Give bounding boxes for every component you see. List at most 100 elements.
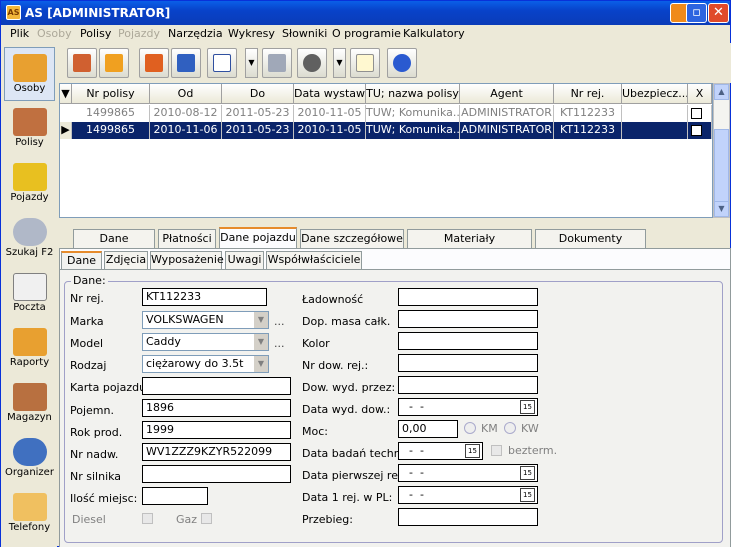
sort-button[interactable] bbox=[207, 48, 237, 78]
menu-polisy[interactable]: Polisy bbox=[80, 27, 111, 40]
karta-input[interactable] bbox=[142, 377, 291, 395]
scroll-down-icon[interactable]: ▼ bbox=[714, 201, 729, 217]
sidebar-item-poczta[interactable]: Poczta bbox=[4, 267, 55, 321]
phone-icon bbox=[12, 493, 47, 521]
menu-osoby[interactable]: Osoby bbox=[37, 27, 72, 40]
sidebar-item-pojazdy[interactable]: Pojazdy bbox=[4, 157, 55, 211]
sidebar-item-osoby[interactable]: Osoby bbox=[4, 47, 55, 101]
moc-input[interactable]: 0,00 bbox=[398, 420, 458, 438]
model-value: Caddy bbox=[146, 335, 181, 348]
badan-input[interactable]: - - 15 bbox=[398, 442, 483, 460]
miejsc-input[interactable] bbox=[142, 487, 208, 505]
sidebar-item-magazyn[interactable]: Magazyn bbox=[4, 377, 55, 431]
calendar-icon[interactable]: 15 bbox=[520, 466, 535, 480]
chevron-down-icon[interactable]: ▼ bbox=[253, 334, 268, 350]
tab-dane-osobowe[interactable]: Dane osobowe bbox=[73, 229, 155, 262]
bezterm-checkbox[interactable] bbox=[491, 445, 502, 456]
help-button[interactable] bbox=[387, 48, 417, 78]
menu-o-programie[interactable]: O programie bbox=[332, 27, 401, 40]
sort-dropdown[interactable]: ▼ bbox=[245, 48, 258, 78]
rodzaj-label: Rodzaj bbox=[70, 359, 107, 372]
subtab-wspolwlasciciele[interactable]: Współwłaściciele bbox=[266, 251, 362, 269]
grid-header: ▼ Nr polisy Od Do Data wystaw. TU; nazwa… bbox=[60, 84, 712, 104]
menu-wykresy[interactable]: Wykresy bbox=[228, 27, 275, 40]
cell-do: 2011-05-23 bbox=[222, 105, 294, 122]
col-od[interactable]: Od bbox=[150, 84, 222, 104]
data-dow-input[interactable]: - - 15 bbox=[398, 398, 538, 416]
model-select[interactable]: Caddy ▼ bbox=[142, 333, 269, 351]
tab-platnosci[interactable]: Płatności bbox=[158, 229, 216, 248]
pl-input[interactable]: - - 15 bbox=[398, 486, 538, 504]
grid-scrollbar[interactable]: ▲ ▼ bbox=[713, 83, 730, 218]
calendar-icon[interactable]: 15 bbox=[465, 444, 480, 458]
maximize-icon[interactable]: ▫ bbox=[686, 3, 707, 23]
col-tu-nazwa[interactable]: TU; nazwa polisy bbox=[366, 84, 460, 104]
kolor-input[interactable] bbox=[398, 332, 538, 350]
table-row[interactable]: 1499865 2010-08-12 2011-05-23 2010-11-05… bbox=[60, 105, 712, 122]
sidebar-item-telefony[interactable]: Telefony bbox=[4, 487, 55, 541]
tab-dane-szczegolowe[interactable]: Dane szczegółowe bbox=[300, 229, 404, 248]
subtab-uwagi[interactable]: Uwagi bbox=[225, 251, 264, 269]
silnika-input[interactable] bbox=[142, 465, 291, 483]
przebieg-input[interactable] bbox=[398, 508, 538, 526]
col-ubezpiecz[interactable]: Ubezpiecz... bbox=[622, 84, 688, 104]
col-agent[interactable]: Agent bbox=[460, 84, 554, 104]
dane-group-label: Dane: bbox=[71, 274, 108, 287]
col-do[interactable]: Do bbox=[222, 84, 294, 104]
row-checkbox[interactable] bbox=[691, 125, 702, 136]
pojemn-input[interactable]: 1896 bbox=[142, 399, 291, 417]
col-data-wystaw[interactable]: Data wystaw. bbox=[294, 84, 366, 104]
ladownosc-input[interactable] bbox=[398, 288, 538, 306]
menu-kalkulatory[interactable]: Kalkulatory bbox=[403, 27, 465, 40]
tab-dane-pojazdu[interactable]: Dane pojazdu bbox=[219, 227, 297, 248]
kw-radio[interactable] bbox=[504, 422, 516, 434]
filter-button[interactable] bbox=[67, 48, 97, 78]
checkbox-button[interactable] bbox=[171, 48, 201, 78]
col-nr-polisy[interactable]: Nr polisy bbox=[72, 84, 150, 104]
sidebar-item-polisy[interactable]: Polisy bbox=[4, 102, 55, 156]
calendar-icon[interactable]: 15 bbox=[520, 488, 535, 502]
nr-dow-input[interactable] bbox=[398, 354, 538, 372]
dow-przez-input[interactable] bbox=[398, 376, 538, 394]
subtab-dane[interactable]: Dane bbox=[61, 251, 102, 269]
check-dropdown[interactable]: ▼ bbox=[333, 48, 346, 78]
chevron-down-icon[interactable]: ▼ bbox=[253, 312, 268, 328]
nadw-input[interactable]: WV1ZZZ9KZYR522099 bbox=[142, 443, 291, 461]
new-document-button[interactable] bbox=[350, 48, 380, 78]
calendar-icon[interactable]: 15 bbox=[520, 400, 535, 414]
refresh-button[interactable] bbox=[99, 48, 129, 78]
menu-slowniki[interactable]: Słowniki bbox=[282, 27, 327, 40]
marka-ellipsis-button[interactable]: ... bbox=[274, 315, 285, 328]
rodzaj-select[interactable]: ciężarowy do 3.5t ▼ bbox=[142, 355, 269, 373]
dmc-input[interactable] bbox=[398, 310, 538, 328]
rok-input[interactable]: 1999 bbox=[142, 421, 291, 439]
scroll-up-icon[interactable]: ▲ bbox=[714, 84, 729, 100]
row-checkbox[interactable] bbox=[691, 108, 702, 119]
menu-plik[interactable]: Plik bbox=[10, 27, 29, 40]
sidebar-item-szukaj[interactable]: Szukaj F2 bbox=[4, 212, 55, 266]
marka-select[interactable]: VOLKSWAGEN ▼ bbox=[142, 311, 269, 329]
chevron-down-icon[interactable]: ▼ bbox=[253, 356, 268, 372]
check-button[interactable] bbox=[297, 48, 327, 78]
print-button[interactable] bbox=[262, 48, 292, 78]
col-nr-rej[interactable]: Nr rej. bbox=[554, 84, 622, 104]
scroll-thumb[interactable] bbox=[714, 129, 729, 211]
close-icon[interactable]: ✕ bbox=[708, 3, 729, 23]
subtab-zdjecia[interactable]: Zdjęcia bbox=[104, 251, 148, 269]
tab-dokumenty[interactable]: Dokumenty tekstowe bbox=[535, 229, 646, 262]
sidebar-item-raporty[interactable]: Raporty bbox=[4, 322, 55, 376]
model-ellipsis-button[interactable]: ... bbox=[274, 337, 285, 350]
diesel-checkbox[interactable] bbox=[142, 513, 153, 524]
km-radio[interactable] bbox=[464, 422, 476, 434]
nr-rej-input[interactable]: KT112233 bbox=[142, 288, 267, 306]
table-row-selected[interactable]: ▶ 1499865 2010-11-06 2011-05-23 2010-11-… bbox=[60, 122, 712, 139]
sidebar-item-organizer[interactable]: Organizer bbox=[4, 432, 55, 486]
eraser-button[interactable] bbox=[139, 48, 169, 78]
subtab-wyposazenie[interactable]: Wyposażenie bbox=[150, 251, 224, 269]
tab-materialy[interactable]: Materiały zeskanowane bbox=[407, 229, 532, 262]
gaz-checkbox[interactable] bbox=[201, 513, 212, 524]
menu-narzedzia[interactable]: Narzędzia bbox=[168, 27, 223, 40]
pierwszej-input[interactable]: - - 15 bbox=[398, 464, 538, 482]
col-x[interactable]: X bbox=[688, 84, 712, 104]
menu-pojazdy[interactable]: Pojazdy bbox=[118, 27, 160, 40]
